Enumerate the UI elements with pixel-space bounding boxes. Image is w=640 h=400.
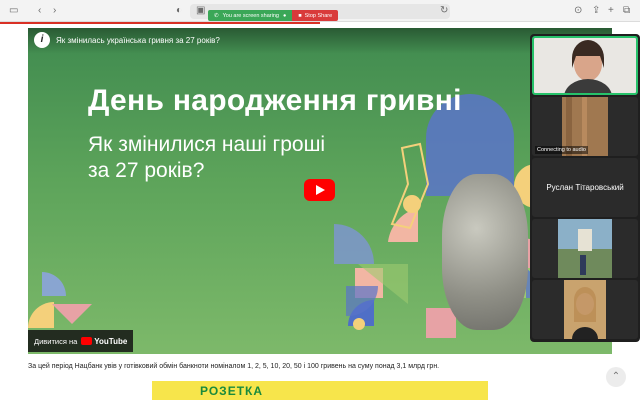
- stop-icon: ■: [298, 12, 302, 19]
- shield-check-icon: ●: [282, 12, 287, 19]
- watch-on-label: Дивитися на: [34, 336, 78, 346]
- ad-banner[interactable]: РОЗЕТКА: [152, 381, 488, 400]
- participant-video-image: [532, 280, 638, 339]
- watch-on-youtube-button[interactable]: Дивитися на YouTube: [28, 330, 134, 352]
- hryvnia-coin-image: [442, 174, 528, 330]
- browser-toolbar: ▭ ‹ › ◐ ▣ ↻ ⊙ ⇪ + ⧉ ✆ You are screen sha…: [0, 0, 640, 22]
- page-load-bar: [0, 22, 320, 24]
- phone-icon: ✆: [214, 12, 219, 19]
- forward-icon[interactable]: ›: [53, 5, 56, 17]
- participant-video-1[interactable]: [532, 36, 638, 95]
- banner-text: РОЗЕТКА: [200, 384, 264, 398]
- video-headline: День народження гривні: [88, 84, 462, 117]
- participants-panel: Connecting to audio Руслан Тітаровський: [530, 34, 640, 342]
- stop-share-button[interactable]: ■ Stop Share: [292, 10, 339, 21]
- participant-video-image: [532, 219, 638, 278]
- youtube-play-icon: [81, 337, 93, 345]
- share-status: You are screen sharing: [222, 12, 279, 19]
- tabs-icon[interactable]: ⧉: [623, 5, 630, 17]
- participant-video-2[interactable]: Connecting to audio: [532, 97, 638, 156]
- reload-icon[interactable]: ↻: [440, 5, 448, 17]
- channel-avatar[interactable]: i: [34, 32, 50, 48]
- back-icon[interactable]: ‹: [38, 5, 41, 17]
- sidebar-icon[interactable]: ▭: [9, 5, 18, 17]
- participant-name-tile[interactable]: Руслан Тітаровський: [532, 158, 638, 217]
- youtube-label: YouTube: [94, 336, 128, 346]
- download-icon[interactable]: ⊙: [574, 5, 582, 17]
- connecting-audio-label: Connecting to audio: [535, 146, 588, 154]
- shield-icon[interactable]: ◐: [176, 5, 182, 17]
- participant-video-4[interactable]: [532, 280, 638, 339]
- article-caption: За цей період Нацбанк увів у готівковий …: [28, 363, 440, 370]
- play-icon[interactable]: [304, 179, 335, 201]
- channel-avatar-letter: i: [40, 34, 44, 45]
- video-subline: Як змінилися наші гроші за 27 років?: [88, 133, 326, 182]
- video-title[interactable]: Як змінилась українська гривня за 27 рок…: [56, 36, 220, 45]
- youtube-logo: YouTube: [81, 337, 127, 346]
- participant-video-3[interactable]: [532, 219, 638, 278]
- screen-share-indicator: ✆ You are screen sharing ● ■ Stop Share: [208, 10, 339, 21]
- scroll-top-icon[interactable]: ⌃: [606, 367, 626, 387]
- participant-name: Руслан Тітаровський: [546, 183, 624, 192]
- tab-icon: ▣: [196, 5, 206, 16]
- stop-share-label: Stop Share: [304, 12, 333, 19]
- participant-video-image: [534, 38, 636, 93]
- video-player[interactable]: i Як змінилась українська гривня за 27 р…: [28, 28, 612, 354]
- share-icon[interactable]: ⇪: [592, 5, 600, 17]
- add-tab-icon[interactable]: +: [608, 5, 614, 17]
